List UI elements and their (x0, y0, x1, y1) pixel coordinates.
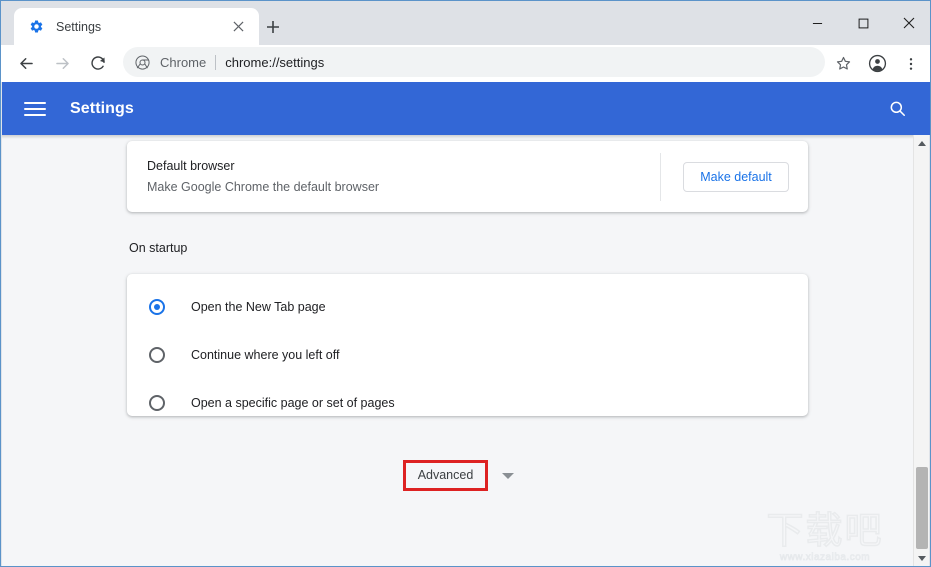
settings-content: Default browser Make Google Chrome the d… (2, 135, 915, 567)
radio-option-label: Open a specific page or set of pages (191, 396, 395, 410)
omnibox-url[interactable]: chrome://settings (225, 55, 324, 70)
make-default-button[interactable]: Make default (683, 162, 789, 192)
radio-option-specific-pages[interactable]: Open a specific page or set of pages (127, 379, 808, 427)
arrow-left-icon (17, 54, 36, 73)
toolbar-right-actions (828, 45, 930, 82)
on-startup-card: Open the New Tab page Continue where you… (127, 274, 808, 416)
forward-button[interactable] (47, 48, 77, 78)
card-divider (660, 153, 661, 201)
search-icon[interactable] (885, 96, 909, 120)
reload-button[interactable] (83, 48, 113, 78)
close-button[interactable] (886, 1, 931, 45)
bookmark-star-icon[interactable] (828, 49, 858, 79)
new-tab-button[interactable] (259, 13, 287, 41)
settings-header: Settings (2, 82, 931, 135)
scroll-up-arrow-icon[interactable] (914, 135, 930, 152)
watermark-text: 下载吧 (767, 511, 884, 551)
minimize-button[interactable] (794, 1, 840, 45)
radio-button-icon[interactable] (149, 347, 165, 363)
default-browser-card: Default browser Make Google Chrome the d… (127, 141, 808, 212)
arrow-right-icon (53, 54, 72, 73)
content-top-shadow (2, 135, 915, 139)
page-title: Settings (70, 100, 134, 118)
watermark: 下载吧 www.xiazaiba.com (745, 489, 905, 563)
tab-strip: Settings (1, 1, 931, 45)
chevron-down-icon[interactable] (502, 473, 514, 479)
watermark-url: www.xiazaiba.com (780, 552, 870, 563)
gear-icon (28, 19, 44, 35)
back-button[interactable] (11, 48, 41, 78)
close-icon[interactable] (227, 16, 249, 38)
radio-option-new-tab-page[interactable]: Open the New Tab page (127, 283, 808, 331)
reload-icon (89, 54, 107, 72)
scrollbar-thumb[interactable] (916, 467, 928, 549)
advanced-highlight-box: Advanced (403, 460, 489, 491)
radio-button-icon[interactable] (149, 299, 165, 315)
radio-option-label: Continue where you left off (191, 348, 339, 362)
omnibox-scheme-label: Chrome (160, 55, 206, 70)
browser-tab-settings[interactable]: Settings (14, 8, 259, 45)
chrome-logo-icon (133, 53, 151, 71)
advanced-section: Advanced (2, 460, 915, 491)
profile-avatar-icon[interactable] (862, 49, 892, 79)
window-controls (794, 1, 931, 45)
hamburger-menu-icon[interactable] (24, 98, 46, 120)
tab-title: Settings (56, 20, 227, 34)
chrome-browser-window: Settings (0, 0, 931, 567)
scroll-down-arrow-icon[interactable] (914, 550, 930, 567)
radio-option-continue-where-left-off[interactable]: Continue where you left off (127, 331, 808, 379)
default-browser-subtitle: Make Google Chrome the default browser (147, 178, 660, 197)
default-browser-title: Default browser (147, 157, 660, 176)
advanced-button[interactable]: Advanced (406, 463, 486, 488)
omnibox-separator (215, 55, 216, 70)
omnibox[interactable]: Chrome chrome://settings (123, 47, 825, 77)
vertical-scrollbar[interactable] (913, 135, 929, 567)
maximize-button[interactable] (840, 1, 886, 45)
default-browser-text: Default browser Make Google Chrome the d… (147, 157, 660, 197)
radio-button-icon[interactable] (149, 395, 165, 411)
browser-menu-icon[interactable] (896, 49, 926, 79)
on-startup-section-title: On startup (129, 241, 187, 255)
plus-icon (266, 20, 280, 34)
radio-option-label: Open the New Tab page (191, 300, 326, 314)
